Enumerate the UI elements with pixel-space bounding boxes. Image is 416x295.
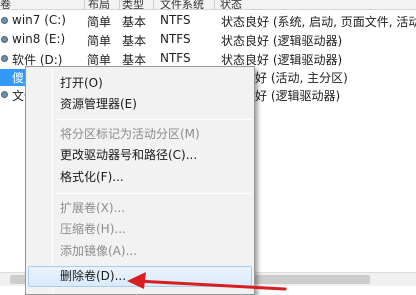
- volume-filesystem: NTFS: [160, 32, 191, 46]
- volume-type: 基本: [122, 15, 147, 29]
- menu-item-delete-volume[interactable]: 删除卷(D)...: [28, 266, 252, 287]
- table-row[interactable]: win7 (C:) 简单 基本 NTFS 状态良好 (系统, 启动, 页面文件,…: [0, 12, 416, 29]
- volume-status: 状态良好 (系统, 启动, 页面文件, 活动,: [221, 15, 416, 29]
- column-divider[interactable]: [153, 0, 154, 9]
- column-header-volume[interactable]: 卷: [0, 0, 11, 9]
- column-header-filesystem[interactable]: 文件系统: [160, 0, 204, 9]
- volume-status: 状态良好 (逻辑驱动器): [221, 34, 343, 48]
- volume-status: 好 (活动, 主分区): [255, 71, 348, 85]
- table-row[interactable]: 软件 (D:) 简单 基本 NTFS 状态良好 (逻辑驱动器): [0, 50, 416, 67]
- menu-separator: [56, 119, 252, 120]
- menu-item-mark-active: 将分区标记为活动分区(M): [60, 127, 200, 141]
- volume-name: win7 (C:): [12, 13, 66, 27]
- column-divider[interactable]: [214, 0, 215, 9]
- menu-item-add-mirror: 添加镜像(A)...: [60, 244, 138, 258]
- menu-item-shrink-volume: 压缩卷(H)...: [60, 222, 126, 236]
- column-header-row: 卷 布局 类型 文件系统 状态: [0, 0, 416, 10]
- column-header-type[interactable]: 类型: [122, 0, 144, 9]
- volume-name: win8 (E:): [12, 32, 66, 46]
- volume-filesystem: NTFS: [160, 13, 191, 27]
- volume-type: 基本: [122, 34, 147, 48]
- volume-layout: 简单: [87, 34, 112, 48]
- menu-separator: [56, 193, 252, 194]
- volume-status: 好 (逻辑驱动器): [255, 89, 341, 103]
- menu-item-format[interactable]: 格式化(F)...: [28, 167, 252, 188]
- volume-layout: 简单: [87, 15, 112, 29]
- column-header-layout[interactable]: 布局: [88, 0, 110, 9]
- volume-filesystem: NTFS: [160, 51, 191, 65]
- column-divider[interactable]: [119, 0, 120, 9]
- menu-item-change-drive-letter[interactable]: 更改驱动器号和路径(C)...: [28, 145, 252, 166]
- column-divider[interactable]: [84, 0, 85, 9]
- menu-item-explorer[interactable]: 资源管理器(E): [28, 94, 252, 115]
- menu-item-extend-volume: 扩展卷(X)...: [60, 201, 126, 215]
- column-header-status[interactable]: 状态: [220, 0, 242, 9]
- menu-item-open[interactable]: 打开(O): [28, 73, 252, 94]
- table-row[interactable]: win8 (E:) 简单 基本 NTFS 状态良好 (逻辑驱动器): [0, 31, 416, 48]
- context-menu: 打开(O) 资源管理器(E) 将分区标记为活动分区(M) 更改驱动器号和路径(C…: [25, 66, 255, 295]
